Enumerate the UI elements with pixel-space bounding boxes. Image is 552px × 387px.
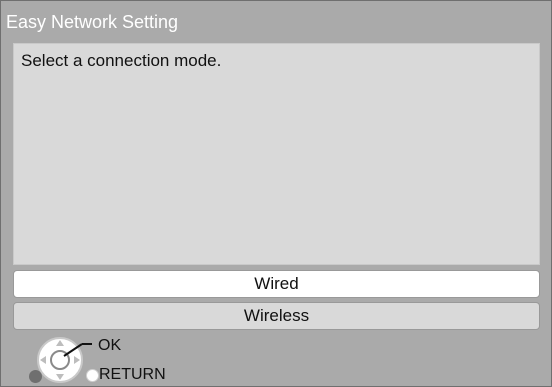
- message-text: Select a connection mode.: [21, 51, 222, 70]
- ok-label: OK: [98, 337, 122, 354]
- wireless-option-button[interactable]: Wireless: [13, 302, 540, 330]
- remote-guide: OK RETURN: [25, 334, 245, 386]
- return-circle-icon: [86, 369, 99, 382]
- window-title: Easy Network Setting: [6, 12, 179, 32]
- side-dot-icon: [29, 370, 42, 383]
- return-label: RETURN: [99, 366, 166, 383]
- easy-network-setting-window: Easy Network Setting Select a connection…: [0, 0, 552, 387]
- wired-option-button[interactable]: Wired: [13, 270, 540, 298]
- message-panel: Select a connection mode.: [13, 43, 540, 265]
